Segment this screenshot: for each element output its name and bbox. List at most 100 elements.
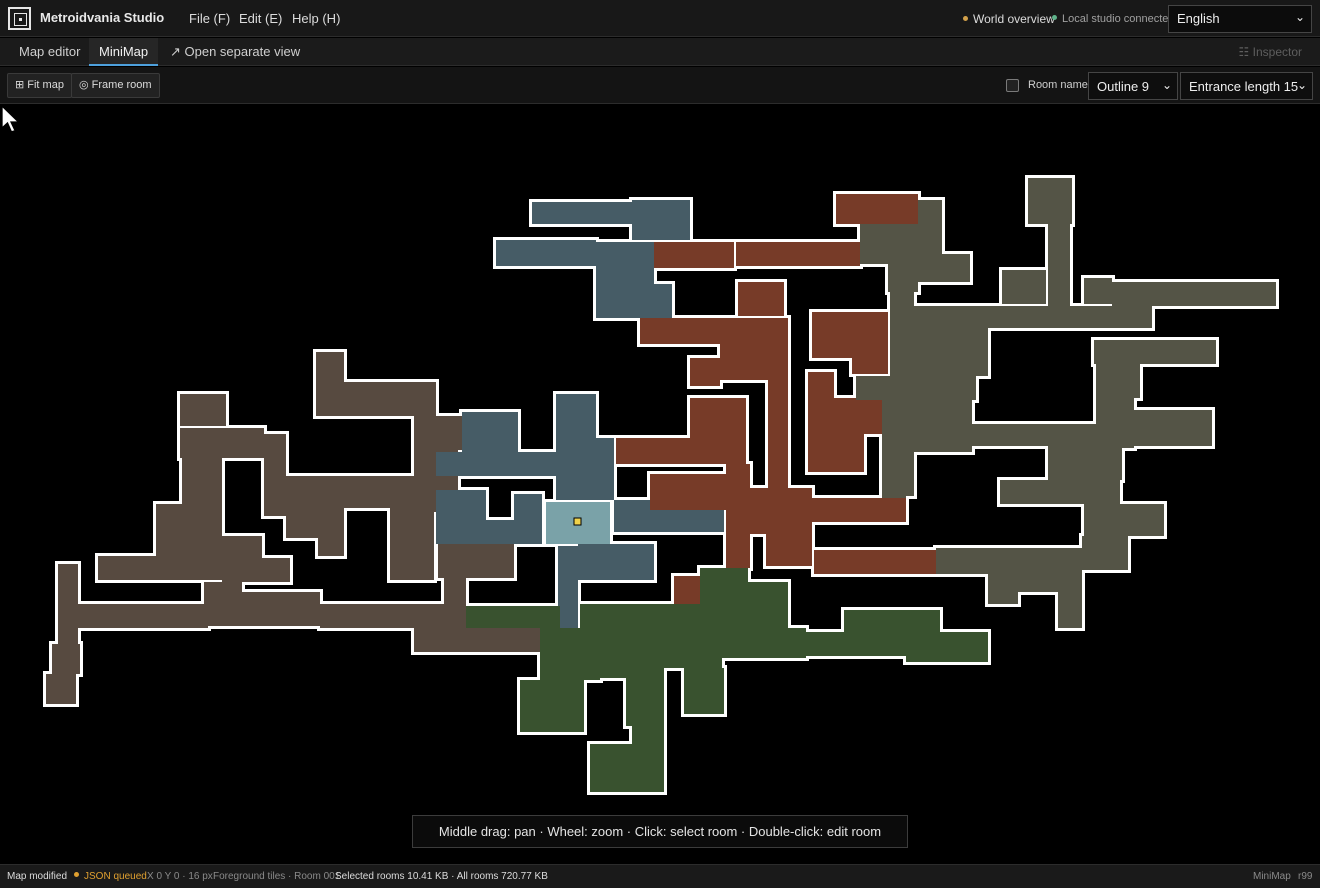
- map-room[interactable]: [888, 264, 918, 292]
- map-room[interactable]: [1096, 398, 1134, 448]
- map-room[interactable]: [812, 498, 906, 522]
- map-room[interactable]: [1084, 504, 1164, 536]
- map-room[interactable]: [1048, 224, 1070, 308]
- map-room[interactable]: [882, 398, 906, 498]
- map-room[interactable]: [558, 546, 578, 628]
- fit-map-button[interactable]: ⊞ Fit map: [7, 73, 72, 98]
- map-room[interactable]: [1028, 178, 1072, 224]
- map-room[interactable]: [808, 398, 882, 434]
- map-room[interactable]: [466, 606, 560, 628]
- minimap-canvas[interactable]: Middle drag: pan · Wheel: zoom · Click: …: [0, 104, 1320, 864]
- map-room[interactable]: [556, 394, 596, 438]
- map-room[interactable]: [906, 632, 988, 662]
- map-room[interactable]: [836, 194, 918, 224]
- map-room[interactable]: [766, 534, 812, 566]
- menu-help[interactable]: Help (H): [292, 11, 340, 26]
- frame-room-button[interactable]: ◎ Frame room: [71, 73, 160, 98]
- map-room[interactable]: [674, 576, 700, 604]
- map-room[interactable]: [320, 604, 446, 628]
- map-room[interactable]: [1048, 446, 1122, 480]
- map-room[interactable]: [936, 548, 1016, 574]
- map-room[interactable]: [222, 536, 262, 558]
- map-room[interactable]: [808, 372, 834, 400]
- map-room[interactable]: [626, 678, 664, 726]
- map-room[interactable]: [972, 424, 1096, 446]
- map-room[interactable]: [1082, 536, 1128, 570]
- map-room[interactable]: [1002, 270, 1046, 304]
- map-room[interactable]: [912, 306, 988, 342]
- map-room[interactable]: [616, 438, 746, 464]
- map-room[interactable]: [640, 318, 722, 344]
- map-room[interactable]: [690, 358, 720, 386]
- map-room[interactable]: [748, 582, 788, 628]
- map-room[interactable]: [808, 434, 864, 472]
- map-room[interactable]: [316, 352, 344, 382]
- map-room[interactable]: [738, 282, 784, 316]
- map-room[interactable]: [344, 476, 394, 508]
- map-room[interactable]: [416, 416, 462, 450]
- map-room[interactable]: [1134, 410, 1212, 446]
- map-room[interactable]: [860, 224, 920, 264]
- map-room[interactable]: [632, 726, 664, 792]
- map-room[interactable]: [1016, 548, 1058, 592]
- map-room[interactable]: [286, 498, 318, 538]
- map-room[interactable]: [414, 626, 540, 652]
- map-room[interactable]: [736, 242, 860, 266]
- map-room[interactable]: [650, 474, 726, 510]
- map-room[interactable]: [1000, 480, 1120, 504]
- map-room[interactable]: [438, 542, 514, 578]
- map-room[interactable]: [664, 628, 722, 668]
- map-room[interactable]: [514, 494, 542, 520]
- map-room[interactable]: [750, 488, 812, 534]
- map-room[interactable]: [844, 610, 940, 634]
- map-room[interactable]: [1096, 364, 1140, 398]
- map-room[interactable]: [768, 380, 788, 488]
- map-room[interactable]: [596, 242, 654, 284]
- map-room[interactable]: [52, 644, 80, 674]
- map-room[interactable]: [812, 312, 852, 358]
- map-room[interactable]: [520, 680, 584, 732]
- map-room[interactable]: [690, 398, 746, 438]
- map-room[interactable]: [906, 398, 972, 452]
- menu-file[interactable]: File (F): [189, 11, 230, 26]
- map-room[interactable]: [436, 520, 542, 544]
- inspector-toggle[interactable]: ☷ Inspector: [1239, 45, 1302, 59]
- map-room[interactable]: [182, 458, 222, 504]
- map-room[interactable]: [856, 376, 976, 400]
- map-room[interactable]: [806, 632, 906, 656]
- map-room[interactable]: [814, 550, 936, 574]
- map-room[interactable]: [1084, 278, 1112, 304]
- map-room[interactable]: [852, 312, 888, 374]
- map-room[interactable]: [720, 318, 788, 380]
- map-room[interactable]: [436, 452, 556, 476]
- map-room[interactable]: [78, 604, 208, 628]
- map-room[interactable]: [156, 504, 222, 556]
- map-room[interactable]: [264, 434, 286, 516]
- map-room[interactable]: [722, 628, 806, 658]
- menu-edit[interactable]: Edit (E): [239, 11, 282, 26]
- map-room[interactable]: [532, 202, 632, 224]
- map-room[interactable]: [222, 558, 290, 582]
- map-room[interactable]: [98, 556, 222, 580]
- room-names-checkbox[interactable]: [1006, 79, 1019, 92]
- entrance-length-select[interactable]: Entrance length 15 ⌄: [1180, 72, 1313, 100]
- map-room[interactable]: [180, 394, 226, 426]
- map-room[interactable]: [700, 568, 748, 628]
- map-room[interactable]: [316, 382, 436, 416]
- map-room[interactable]: [58, 564, 78, 648]
- map-room[interactable]: [46, 674, 76, 704]
- map-room[interactable]: [180, 428, 264, 458]
- map-room[interactable]: [580, 604, 700, 628]
- map-room[interactable]: [1112, 282, 1152, 328]
- map-room[interactable]: [556, 438, 614, 500]
- map-room[interactable]: [596, 284, 672, 318]
- world-overview-status[interactable]: World overview: [963, 12, 1055, 26]
- map-room[interactable]: [242, 592, 320, 626]
- map-room[interactable]: [1058, 548, 1082, 628]
- map-room[interactable]: [684, 668, 724, 714]
- map-room[interactable]: [496, 240, 596, 266]
- language-select[interactable]: English ⌄: [1168, 5, 1312, 33]
- map-room[interactable]: [318, 476, 344, 556]
- map-room[interactable]: [540, 628, 600, 680]
- map-room[interactable]: [912, 342, 988, 376]
